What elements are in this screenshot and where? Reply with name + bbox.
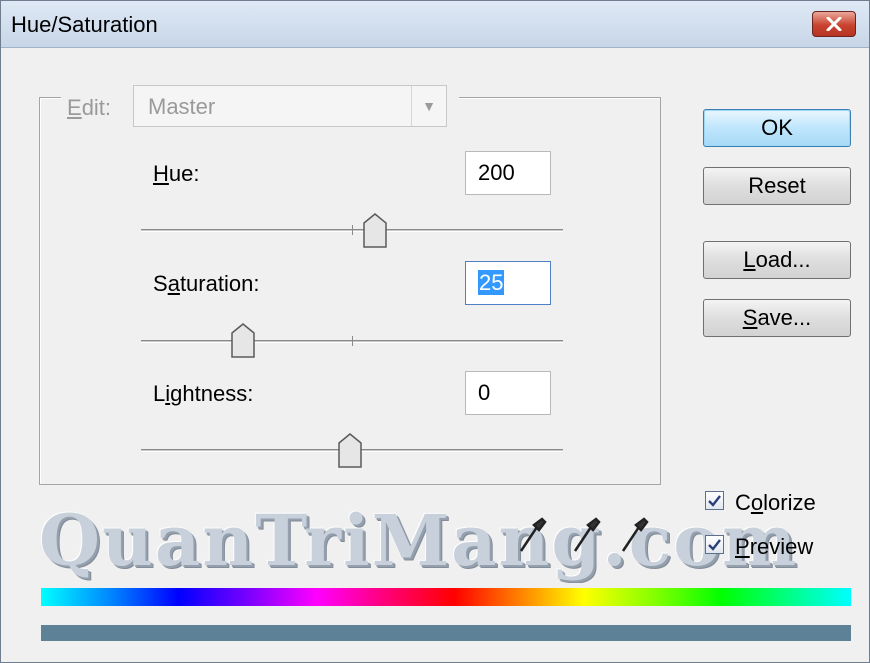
output-color-bar [41,625,851,641]
hue-slider-thumb[interactable] [363,213,387,249]
preview-checkbox[interactable] [705,535,724,554]
watermark-text: QuanTriMang.com [39,499,799,582]
hue-label: Hue: [153,161,200,186]
preview-label[interactable]: Preview [735,534,813,560]
saturation-input[interactable]: 25 [465,261,551,305]
reset-button[interactable]: Reset [703,167,851,205]
eyedropper-icon[interactable] [517,515,547,555]
hue-slider-center-tick [352,225,353,235]
lightness-label: Lightness: [153,381,254,406]
window-title: Hue/Saturation [11,12,158,37]
eyedropper-minus-icon[interactable] [619,515,649,555]
saturation-slider-thumb[interactable] [231,323,255,359]
eyedropper-plus-icon[interactable] [571,515,601,555]
ok-button[interactable]: OK [703,109,851,147]
edit-channel-select[interactable]: Master ▼ [133,85,447,127]
close-icon [826,17,842,31]
lightness-input[interactable]: 0 [465,371,551,415]
close-button[interactable] [812,11,856,37]
hue-input[interactable]: 200 [465,151,551,195]
saturation-label: Saturation: [153,271,260,296]
load-button[interactable]: Load... [703,241,851,279]
title-bar: Hue/Saturation [1,1,869,48]
adjustment-group-box [39,97,661,485]
chevron-down-icon: ▼ [411,86,446,126]
lightness-slider-thumb[interactable] [338,433,362,469]
save-button[interactable]: Save... [703,299,851,337]
hue-saturation-dialog: Hue/Saturation Edit: Master ▼ Hue: 200 S… [0,0,870,663]
saturation-slider-center-tick [352,336,353,346]
input-hue-spectrum-bar [41,588,851,606]
edit-channel-value: Master [148,94,216,119]
checkmark-icon [708,538,721,551]
edit-label: Edit: [67,95,112,120]
